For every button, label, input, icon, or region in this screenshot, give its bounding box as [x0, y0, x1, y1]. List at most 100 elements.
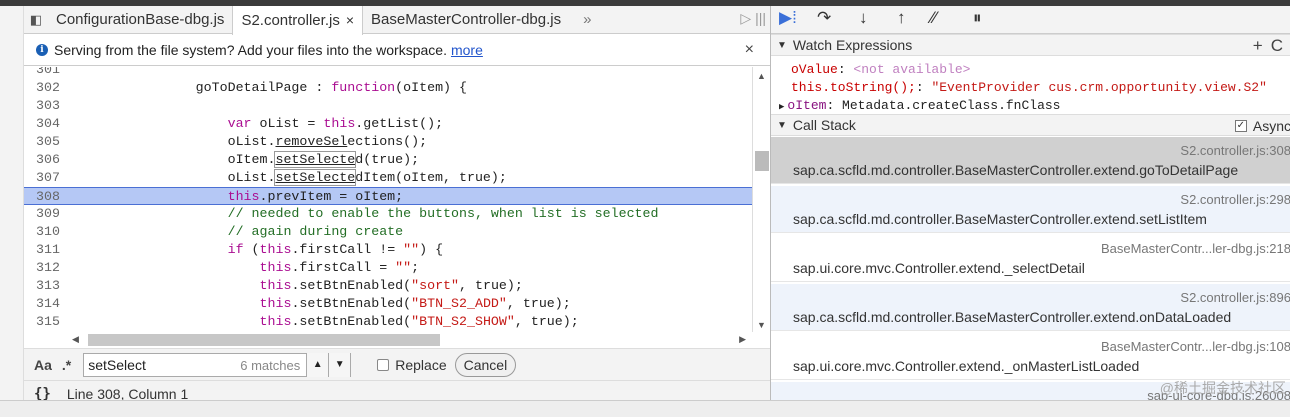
- scroll-right-icon[interactable]: ▶: [739, 334, 746, 345]
- frame-location-link[interactable]: S2.controller.js:308: [1180, 143, 1290, 158]
- close-tab-icon[interactable]: ×: [346, 12, 354, 28]
- code-text: // needed to enable the buttons, when li…: [227, 206, 659, 221]
- line-number[interactable]: 302: [24, 79, 64, 97]
- line-number[interactable]: 313: [24, 277, 64, 295]
- call-frame[interactable]: S2.controller.js:308 sap.ca.scfld.md.cont…: [771, 137, 1290, 184]
- watch-name: this.toString();: [791, 80, 916, 95]
- more-tabs-button[interactable]: »: [583, 11, 591, 28]
- async-checkbox[interactable]: ✓ Async: [1234, 118, 1290, 134]
- watch-value: <not available>: [853, 62, 971, 77]
- frame-location-link[interactable]: BaseMasterContr...ler-dbg.js:218: [1101, 241, 1290, 256]
- code-line[interactable]: 304 var oList = this.getList();: [24, 115, 752, 133]
- step-into-icon[interactable]: ↓: [859, 8, 868, 28]
- section-title: Watch Expressions: [792, 37, 913, 53]
- cancel-button[interactable]: Cancel: [454, 352, 517, 377]
- code-line[interactable]: 310 // again during create: [24, 223, 752, 241]
- scrollbar-thumb[interactable]: [755, 151, 769, 171]
- call-frame[interactable]: S2.controller.js:896 sap.ca.scfld.md.cont…: [771, 284, 1290, 331]
- code-line[interactable]: 303: [24, 97, 752, 115]
- close-infobar-icon[interactable]: ×: [745, 41, 754, 59]
- scroll-down-icon[interactable]: ▼: [757, 320, 766, 330]
- line-number[interactable]: 309: [24, 205, 64, 223]
- watch-expression[interactable]: oValue: <not available>: [771, 61, 1290, 79]
- toggle-debugger-icon[interactable]: ▷ |||: [740, 10, 766, 27]
- line-number[interactable]: 310: [24, 223, 64, 241]
- code-line[interactable]: 301: [24, 67, 752, 79]
- line-number[interactable]: 307: [24, 169, 64, 187]
- line-number[interactable]: 304: [24, 115, 64, 133]
- expand-triangle-icon[interactable]: ▶: [779, 102, 784, 112]
- step-out-icon[interactable]: ↑: [897, 8, 906, 28]
- editor-horizontal-scrollbar[interactable]: ◀ ▶: [68, 332, 752, 348]
- watch-expressions-header[interactable]: ▼ Watch Expressions +C: [771, 34, 1290, 56]
- replace-checkbox[interactable]: Replace: [377, 357, 447, 373]
- step-over-icon[interactable]: ↷: [817, 8, 831, 28]
- more-link[interactable]: more: [451, 42, 483, 58]
- checkbox-box[interactable]: [377, 358, 390, 371]
- line-number[interactable]: 306: [24, 151, 64, 169]
- frame-location-link[interactable]: S2.controller.js:896: [1180, 290, 1290, 305]
- frame-function-name: sap.ca.scfld.md.controller.BaseMasterCon…: [793, 309, 1232, 325]
- line-number[interactable]: 311: [24, 241, 64, 259]
- code-line[interactable]: 306 oItem.setSelected(true);: [24, 151, 752, 169]
- code-line[interactable]: 307 oList.setSelectedItem(oItem, true);: [24, 169, 752, 187]
- scroll-left-icon[interactable]: ◀: [72, 334, 79, 345]
- tab-basemastercontroller[interactable]: BaseMasterController-dbg.js: [363, 6, 569, 34]
- call-frame[interactable]: S2.controller.js:298 sap.ca.scfld.md.cont…: [771, 186, 1290, 233]
- tab-label: S2.controller.js: [241, 11, 340, 29]
- code-editor[interactable]: 301 302 goToDetailPage : function(oItem) …: [24, 67, 770, 332]
- deactivate-breakpoints-icon[interactable]: ⁄⁄: [931, 8, 937, 28]
- watch-separator: :: [837, 62, 854, 77]
- watch-expression[interactable]: this.toString();: "EventProvider cus.crm…: [771, 79, 1290, 97]
- line-number[interactable]: 305: [24, 133, 64, 151]
- call-stack-header[interactable]: ▼ Call Stack ✓ Async: [771, 114, 1290, 136]
- previous-match-button[interactable]: ▲: [306, 352, 329, 377]
- match-case-toggle[interactable]: Aa: [34, 357, 52, 373]
- info-message: Serving from the file system? Add your f…: [54, 42, 447, 58]
- code-line[interactable]: 314 this.setBtnEnabled("BTN_S2_ADD", tru…: [24, 295, 752, 313]
- checkbox-box[interactable]: ✓: [1234, 120, 1247, 132]
- code-line[interactable]: 305 oList.removeSelections();: [24, 133, 752, 151]
- code-line[interactable]: 313 this.setBtnEnabled("sort", true);: [24, 277, 752, 295]
- regex-toggle[interactable]: .*: [62, 357, 71, 373]
- code-line[interactable]: 315 this.setBtnEnabled("BTN_S2_SHOW", tr…: [24, 313, 752, 331]
- scrollbar-thumb[interactable]: [88, 334, 440, 346]
- frame-function-name: sap.ca.scfld.md.controller.BaseMasterCon…: [793, 211, 1207, 227]
- line-number[interactable]: 308: [24, 188, 64, 206]
- tab-s2-controller[interactable]: S2.controller.js ×: [232, 5, 364, 35]
- code-text: goToDetailPage : function(oItem) {: [68, 80, 467, 95]
- frame-location-link[interactable]: BaseMasterContr...ler-dbg.js:108: [1101, 339, 1290, 354]
- editor-vertical-scrollbar[interactable]: ▲ ▼: [752, 67, 770, 332]
- next-match-button[interactable]: ▼: [328, 352, 351, 377]
- frame-location-link[interactable]: S2.controller.js:298: [1180, 192, 1290, 207]
- line-number[interactable]: 301: [24, 67, 64, 79]
- line-number[interactable]: 314: [24, 295, 64, 313]
- refresh-watch-icon[interactable]: C: [1271, 36, 1290, 55]
- add-watch-icon[interactable]: +: [1253, 36, 1271, 55]
- scroll-up-icon[interactable]: ▲: [757, 71, 766, 81]
- code-line[interactable]: 312 this.firstCall = "";: [24, 259, 752, 277]
- line-number[interactable]: 316: [24, 331, 64, 332]
- code-line[interactable]: 302 goToDetailPage : function(oItem) {: [24, 79, 752, 97]
- line-number[interactable]: 315: [24, 313, 64, 331]
- current-execution-line[interactable]: 308 this.prevItem = oItem;: [24, 187, 752, 205]
- toggle-navigator-icon[interactable]: ◧: [24, 10, 48, 30]
- tab-configurationbase[interactable]: ConfigurationBase-dbg.js: [48, 6, 232, 34]
- watch-actions: +C: [1253, 36, 1290, 56]
- resume-icon[interactable]: ▶⁞: [779, 8, 797, 28]
- code-line[interactable]: 311 if (this.firstCall != "") {: [24, 241, 752, 259]
- tab-label: ConfigurationBase-dbg.js: [56, 11, 225, 28]
- find-bar: Aa .* 6 matches ▲ ▼ Replace Cancel: [24, 348, 770, 380]
- pause-on-exceptions-icon[interactable]: ⏸: [973, 8, 982, 28]
- line-number[interactable]: 312: [24, 259, 64, 277]
- call-frame[interactable]: BaseMasterContr...ler-dbg.js:218 sap.ui.c…: [771, 235, 1290, 282]
- code-line[interactable]: 309 // needed to enable the buttons, whe…: [24, 205, 752, 223]
- code-text: this.firstCall = "";: [259, 260, 420, 275]
- code-text: oList.setSelectedItem(oItem, true);: [68, 169, 507, 186]
- watch-name: oItem: [787, 98, 827, 113]
- call-frame[interactable]: BaseMasterContr...ler-dbg.js:108 sap.ui.c…: [771, 333, 1290, 380]
- frame-function-name: sap.ui.core.mvc.Controller.extend._selec…: [793, 260, 1085, 276]
- search-field[interactable]: 6 matches ▲ ▼: [83, 352, 352, 377]
- line-number[interactable]: 303: [24, 97, 64, 115]
- navigator-gutter: [0, 6, 24, 417]
